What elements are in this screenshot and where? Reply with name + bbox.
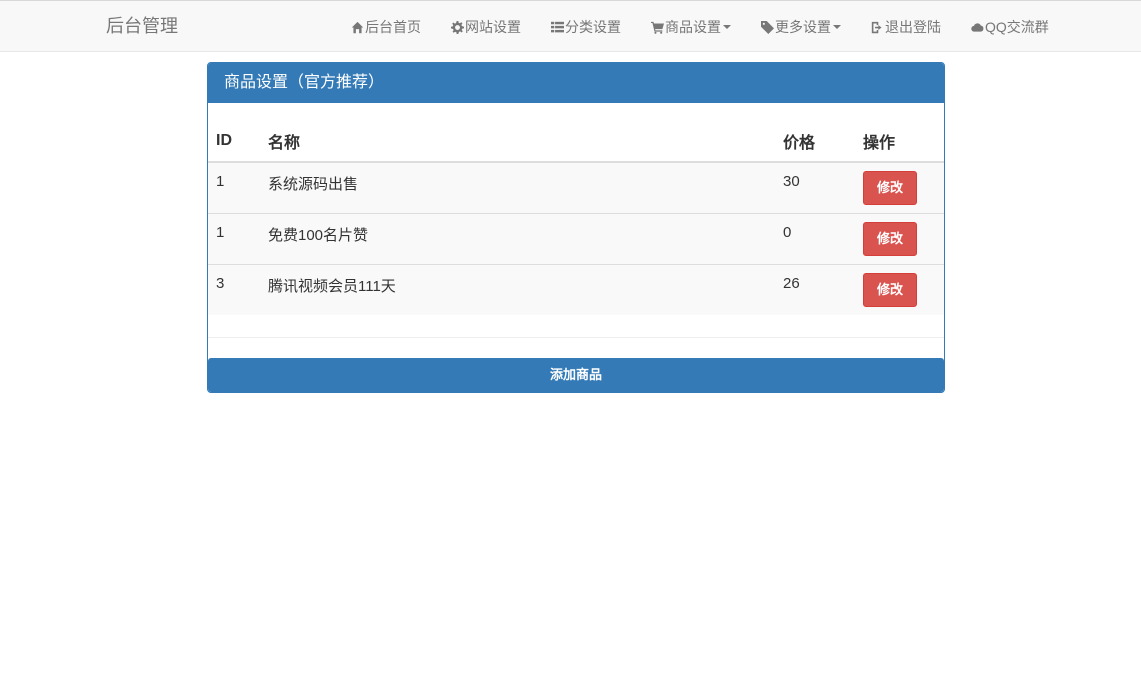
nav-item-category-settings[interactable]: 分类设置 [536, 1, 636, 53]
nav-item-label: 分类设置 [565, 19, 621, 35]
nav-item-label: QQ交流群 [985, 19, 1049, 35]
chevron-down-icon [833, 25, 841, 29]
column-header-action: 操作 [855, 121, 944, 163]
edit-button[interactable]: 修改 [863, 171, 917, 205]
nav-item-home[interactable]: 后台首页 [336, 1, 436, 53]
cell-price: 0 [775, 212, 855, 264]
chevron-down-icon [723, 25, 731, 29]
product-table: ID 名称 价格 操作 1 系统源码出售 30 修改 1 免费100名片赞 0 … [208, 121, 944, 315]
cell-id: 3 [208, 263, 260, 315]
nav-item-label: 商品设置 [665, 19, 721, 35]
cell-name: 免费100名片赞 [260, 212, 775, 264]
table-header-row: ID 名称 价格 操作 [208, 121, 944, 163]
nav-item-more-settings[interactable]: 更多设置 [746, 1, 856, 53]
cart-icon [651, 21, 664, 34]
nav-item-qq-group[interactable]: QQ交流群 [956, 1, 1064, 53]
edit-button[interactable]: 修改 [863, 221, 917, 256]
cell-action: 修改 [855, 212, 944, 264]
nav-item-label: 更多设置 [775, 19, 831, 35]
cell-price: 30 [775, 161, 855, 213]
tag-icon [761, 20, 774, 34]
table-row: 1 系统源码出售 30 修改 [208, 161, 944, 213]
brand-title[interactable]: 后台管理 [106, 16, 178, 36]
divider [208, 337, 944, 338]
cell-name: 腾讯视频会员111天 [260, 263, 775, 315]
panel-title: 商品设置（官方推荐） [208, 63, 944, 103]
home-icon [351, 21, 364, 33]
nav-item-logout[interactable]: 退出登陆 [856, 1, 956, 53]
add-product-button[interactable]: 添加商品 [208, 358, 944, 392]
cell-id: 1 [208, 212, 260, 264]
nav-item-label: 网站设置 [465, 19, 521, 35]
nav-item-label: 后台首页 [365, 19, 421, 35]
gear-icon [451, 20, 464, 34]
logout-icon [871, 21, 882, 33]
cell-id: 1 [208, 161, 260, 213]
cell-action: 修改 [855, 263, 944, 315]
cell-action: 修改 [855, 161, 944, 213]
nav-item-label: 退出登陆 [885, 19, 941, 35]
table-row: 1 免费100名片赞 0 修改 [208, 212, 944, 264]
column-header-id: ID [208, 121, 260, 163]
cell-name: 系统源码出售 [260, 161, 775, 213]
nav-menu: 后台首页 网站设置 分类设置 商品设置 更多设置 退出登陆 QQ交流群 [336, 1, 1064, 53]
table-row: 3 腾讯视频会员111天 26 修改 [208, 263, 944, 315]
cell-price: 26 [775, 263, 855, 315]
column-header-name: 名称 [260, 121, 775, 163]
edit-button[interactable]: 修改 [863, 272, 917, 307]
product-settings-panel: 商品设置（官方推荐） ID 名称 价格 操作 1 系统源码出售 30 修改 1 … [207, 62, 945, 393]
top-navbar: 后台管理 后台首页 网站设置 分类设置 商品设置 更多设置 退出登陆 QQ交流群 [0, 0, 1141, 52]
list-icon [551, 21, 564, 32]
column-header-price: 价格 [775, 121, 855, 163]
nav-item-site-settings[interactable]: 网站设置 [436, 1, 536, 53]
nav-item-product-settings[interactable]: 商品设置 [636, 1, 746, 53]
cloud-icon [971, 22, 984, 32]
